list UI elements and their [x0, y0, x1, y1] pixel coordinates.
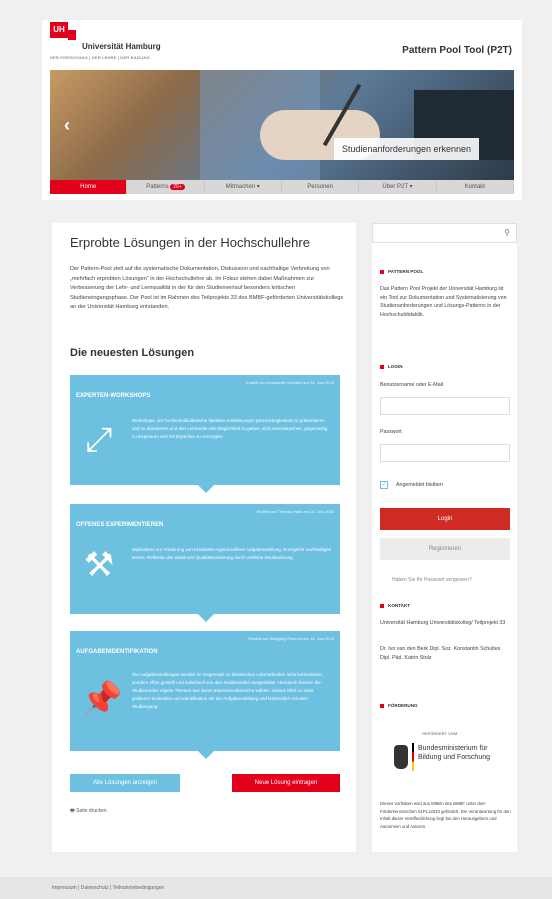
search-icon[interactable]: ⚲ — [504, 228, 510, 237]
nav-mitmachen[interactable]: Mitmachen ▾ — [205, 180, 282, 194]
forgot-password-link[interactable]: Haben Sie Ihr Passwort vergessen? — [392, 577, 472, 583]
hero-caption: Studienanforderungen erkennen — [333, 138, 479, 160]
main-content: Erprobte Lösungen in der Hochschullehre … — [52, 223, 356, 852]
gefoerdert-label: GEFÖRDERT VOM — [422, 731, 458, 736]
main-nav: Home Patterns 20+ Mitmachen ▾ Personen Ü… — [50, 180, 514, 194]
eagle-icon — [394, 745, 408, 769]
logo-mark — [68, 30, 76, 40]
university-tagline: DER FORSCHUNG | DER LEHRE | DER BILDUNG — [50, 55, 150, 60]
print-label: Seite drucken — [76, 808, 107, 814]
card-meta: Erstellt von Wolfgang Reichert am 16. Ju… — [248, 636, 334, 641]
kontakt-org: Universität Hamburg Universitätskolleg/ … — [380, 620, 506, 626]
printer-icon: 🖶 — [70, 808, 75, 814]
search-input[interactable]: ⚲ — [372, 223, 517, 243]
nav-home[interactable]: Home — [50, 180, 128, 194]
footer-links[interactable]: Impressum | Datenschutz | Teilnahmebedin… — [52, 885, 164, 891]
page-title: Erprobte Lösungen in der Hochschullehre — [70, 235, 310, 250]
solution-card[interactable]: Erstellt von Thomas Haidl am 16. Juni 20… — [70, 504, 340, 622]
card-text: Die Aufgabenstellungen werden im Gegensa… — [132, 672, 323, 709]
nav-patterns-label: Patterns — [146, 184, 169, 190]
pattern-pool-heading: PATTERN POOL — [380, 269, 423, 274]
university-name: Universität Hamburg — [82, 42, 161, 51]
card-title[interactable]: AUFGABENIDENTIFIKATION — [76, 649, 158, 655]
solution-card[interactable]: Erstellt von Konstantin Schultes am 24. … — [70, 375, 340, 493]
remember-checkbox[interactable]: ✓ — [380, 481, 388, 489]
password-label: Passwort — [380, 429, 402, 435]
hammer-icon: ⚒ — [83, 546, 115, 584]
nav-ueber[interactable]: Über P2T ▾ — [359, 180, 437, 194]
patterns-count-badge: 20+ — [170, 184, 185, 190]
uh-logo[interactable]: UH — [50, 22, 68, 38]
login-heading: LOGIN — [380, 364, 403, 369]
register-button[interactable]: Registrieren — [380, 538, 510, 560]
print-link[interactable]: 🖶 Seite drucken — [70, 808, 107, 816]
kontakt-heading: KONTAKT — [380, 603, 410, 608]
username-field[interactable] — [380, 397, 510, 415]
intro-text: Der Pattern-Pool zielt auf die systemati… — [70, 266, 344, 310]
pattern-pool-text: Das Pattern Pool Projekt der Universität… — [380, 286, 507, 318]
bmbf-logo: GEFÖRDERT VOM Bundesministerium für Bild… — [394, 731, 494, 787]
new-solution-button[interactable]: Neue Lösung eintragen — [232, 774, 340, 792]
nav-kontakt[interactable]: Kontakt — [437, 180, 514, 194]
foerderung-heading: FÖRDERUNG — [380, 703, 418, 708]
ministry-name: Bundesministerium für Bildung und Forsch… — [418, 745, 490, 761]
kontakt-people: Dr. Ivo van den Berk Dipl. Soz. Konstant… — [380, 646, 501, 661]
card-meta: Erstellt von Konstantin Schultes am 24. … — [245, 380, 334, 385]
solution-card[interactable]: Erstellt von Wolfgang Reichert am 16. Ju… — [70, 631, 340, 759]
card-text: Maßnahme zur Förderung von Kreativität e… — [132, 547, 332, 560]
pushpin-icon: 📌 — [80, 681, 123, 719]
sidebar: ⚲ PATTERN POOL Das Pattern Pool Projekt … — [372, 223, 517, 852]
hero-slider: ‹ Studienanforderungen erkennen — [50, 70, 514, 180]
show-all-button[interactable]: Alle Lösungen anzeigen — [70, 774, 180, 792]
nav-patterns[interactable]: Patterns 20+ — [127, 180, 205, 194]
page-container: UH Universität Hamburg DER FORSCHUNG | D… — [42, 20, 522, 200]
password-field[interactable] — [380, 444, 510, 462]
login-button[interactable]: Login — [380, 508, 510, 530]
card-title[interactable]: EXPERTEN-WORKSHOPS — [76, 393, 150, 399]
expand-arrows-icon: ⤢ — [85, 421, 113, 459]
site-header: UH Universität Hamburg DER FORSCHUNG | D… — [42, 20, 522, 70]
card-text: Workshops, um hochschuldidaktische fakul… — [132, 418, 328, 439]
tool-title: Pattern Pool Tool (P2T) — [402, 45, 512, 56]
username-label: Benutzername oder E-Mail — [380, 382, 444, 388]
section-title: Die neuesten Lösungen — [70, 347, 195, 359]
chevron-left-icon[interactable]: ‹ — [64, 115, 70, 136]
site-footer: Impressum | Datenschutz | Teilnahmebedin… — [0, 877, 552, 899]
german-flag-stripe — [412, 743, 414, 771]
card-title[interactable]: OFFENES EXPERIMENTIEREN — [76, 522, 163, 528]
funding-note: Dieses Vorhaben wird aus Mitteln des BMB… — [380, 801, 511, 829]
card-meta: Erstellt von Thomas Haidl am 16. Juni 20… — [256, 509, 334, 514]
remember-label: Angemeldet bleiben — [396, 482, 443, 488]
nav-personen[interactable]: Personen — [282, 180, 360, 194]
